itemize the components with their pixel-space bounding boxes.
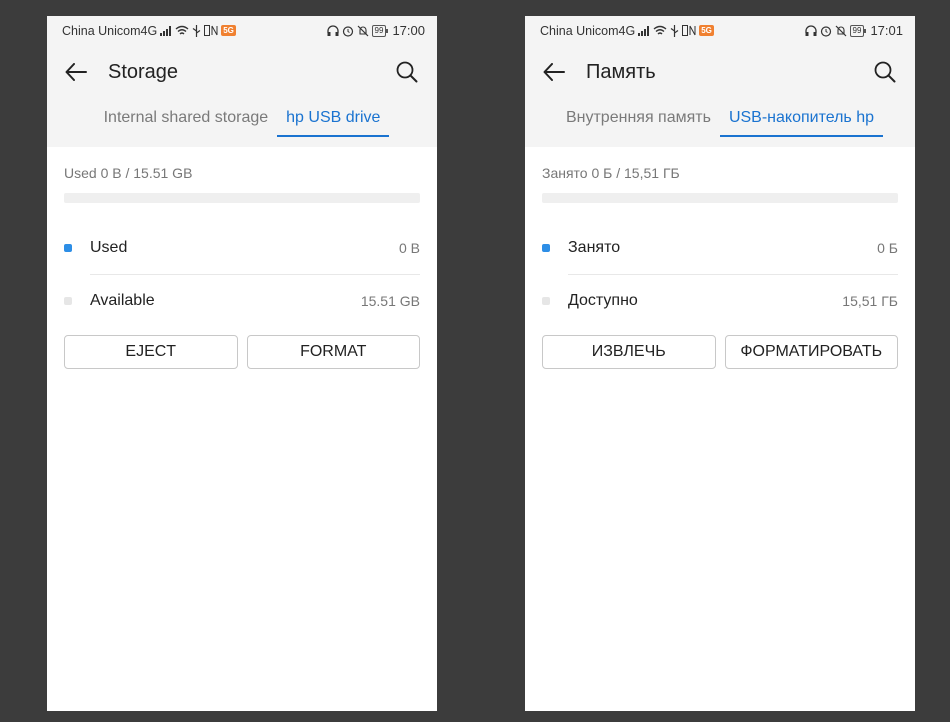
storage-row-used: Занято 0 Б xyxy=(542,222,898,275)
nfc-icon xyxy=(204,25,218,36)
storage-row-available: Available 15.51 GB xyxy=(64,275,420,327)
storage-content: Used 0 B / 15.51 GB Used 0 B Available 1… xyxy=(47,165,437,369)
storage-usage-bar xyxy=(542,193,898,203)
tab-usb-drive[interactable]: hp USB drive xyxy=(277,107,390,137)
row-value: 0 Б xyxy=(877,240,898,256)
clock: 17:00 xyxy=(392,23,425,38)
row-label: Available xyxy=(90,292,155,309)
storage-row-used: Used 0 B xyxy=(64,222,420,275)
phone-screen-english: China Unicom4G 5G 99 17:00 Storage Inter… xyxy=(47,16,437,711)
row-value: 15,51 ГБ xyxy=(842,293,898,309)
clock: 17:01 xyxy=(870,23,903,38)
row-value: 15.51 GB xyxy=(360,293,420,309)
eject-button[interactable]: ИЗВЛЕЧЬ xyxy=(542,335,716,369)
storage-summary: Занято 0 Б / 15,51 ГБ xyxy=(542,165,680,181)
storage-tabs: Internal shared storage hp USB drive xyxy=(47,99,437,147)
arrow-back-icon[interactable] xyxy=(63,59,89,85)
search-icon[interactable] xyxy=(394,59,420,85)
storage-content: Занято 0 Б / 15,51 ГБ Занято 0 Б Доступн… xyxy=(525,165,915,369)
hd-badge-icon: 5G xyxy=(699,25,714,36)
app-bar: Память xyxy=(525,45,915,99)
battery-icon: 99 xyxy=(849,24,867,37)
phone-screen-russian: China Unicom4G 5G 99 17:01 Память Внутре… xyxy=(525,16,915,711)
app-bar: Storage xyxy=(47,45,437,99)
storage-tabs: Внутренняя память USB-накопитель hp xyxy=(525,99,915,147)
carrier-label: China Unicom4G xyxy=(540,23,636,38)
used-color-dot xyxy=(64,244,72,252)
tab-internal-storage[interactable]: Internal shared storage xyxy=(95,107,278,135)
battery-icon: 99 xyxy=(371,24,389,37)
alarm-icon xyxy=(820,25,831,37)
tab-internal-storage[interactable]: Внутренняя память xyxy=(557,107,720,135)
status-bar: China Unicom4G 5G 99 17:00 xyxy=(47,16,437,45)
arrow-back-icon[interactable] xyxy=(541,59,567,85)
action-buttons: EJECT FORMAT xyxy=(64,335,420,369)
usb-icon xyxy=(192,24,201,37)
tab-usb-drive[interactable]: USB-накопитель hp xyxy=(719,107,884,137)
eject-button[interactable]: EJECT xyxy=(64,335,238,369)
headphones-icon xyxy=(326,25,339,36)
carrier-label: China Unicom4G xyxy=(62,23,158,38)
signal-icon xyxy=(160,25,172,36)
alarm-icon xyxy=(342,25,353,37)
signal-icon xyxy=(638,25,650,36)
action-buttons: ИЗВЛЕЧЬ ФОРМАТИРОВАТЬ xyxy=(542,335,898,369)
wifi-icon xyxy=(175,25,189,35)
available-color-dot xyxy=(542,297,550,305)
nfc-icon xyxy=(682,25,696,36)
page-title: Память xyxy=(586,60,656,83)
status-bar: China Unicom4G 5G 99 17:01 xyxy=(525,16,915,45)
usb-icon xyxy=(670,24,679,37)
row-label: Занято xyxy=(568,239,621,256)
wifi-icon xyxy=(653,25,667,35)
row-label: Used xyxy=(90,239,128,256)
mute-bell-icon xyxy=(835,25,846,36)
format-button[interactable]: ФОРМАТИРОВАТЬ xyxy=(724,335,898,369)
headphones-icon xyxy=(804,25,817,36)
used-color-dot xyxy=(542,244,550,252)
mute-bell-icon xyxy=(357,25,368,36)
format-button[interactable]: FORMAT xyxy=(246,335,420,369)
storage-usage-bar xyxy=(64,193,420,203)
row-value: 0 B xyxy=(398,240,420,256)
row-label: Доступно xyxy=(568,292,638,309)
storage-summary: Used 0 B / 15.51 GB xyxy=(64,165,193,181)
available-color-dot xyxy=(64,297,72,305)
storage-row-available: Доступно 15,51 ГБ xyxy=(542,275,898,327)
page-title: Storage xyxy=(108,60,179,83)
search-icon[interactable] xyxy=(872,59,898,85)
hd-badge-icon: 5G xyxy=(221,25,236,36)
